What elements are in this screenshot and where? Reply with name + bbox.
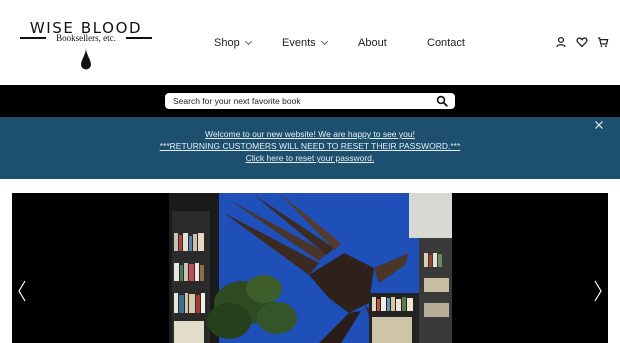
announcement-reset-password-link[interactable]: Click here to reset your password. <box>0 153 620 164</box>
nav-label: Events <box>282 37 316 49</box>
nav-label: Contact <box>427 37 465 49</box>
nav-label: About <box>358 37 387 49</box>
user-icon[interactable] <box>555 36 567 48</box>
announcement-reset-notice-link[interactable]: ***RETURNING CUSTOMERS WILL NEED TO RESE… <box>0 141 620 152</box>
heart-icon[interactable] <box>576 36 588 48</box>
blood-drop-icon <box>81 48 91 70</box>
search-box <box>165 93 455 109</box>
chevron-down-icon <box>244 37 252 46</box>
main-nav: Shop Events About Contact <box>0 36 620 50</box>
search-bar <box>0 85 620 117</box>
site-header: WISE BLOOD Booksellers, etc. Shop Events… <box>0 0 620 85</box>
nav-item-shop[interactable]: Shop <box>214 36 252 50</box>
announcement-welcome-link[interactable]: Welcome to our new website! We are happy… <box>0 129 620 140</box>
nav-label: Shop <box>214 37 240 49</box>
nav-item-contact[interactable]: Contact <box>427 36 465 50</box>
close-icon[interactable] <box>594 120 604 130</box>
nav-item-about[interactable]: About <box>358 36 387 50</box>
bookstore-photo <box>169 193 452 343</box>
hero-slider <box>12 193 608 343</box>
search-icon[interactable] <box>436 95 448 107</box>
chevron-right-icon[interactable] <box>593 280 603 302</box>
announcement-banner: Welcome to our new website! We are happy… <box>0 117 620 179</box>
nav-item-events[interactable]: Events <box>282 36 328 50</box>
chevron-left-icon[interactable] <box>17 280 27 302</box>
cart-icon[interactable] <box>597 36 609 48</box>
chevron-down-icon <box>320 37 328 46</box>
search-input[interactable] <box>173 93 428 109</box>
